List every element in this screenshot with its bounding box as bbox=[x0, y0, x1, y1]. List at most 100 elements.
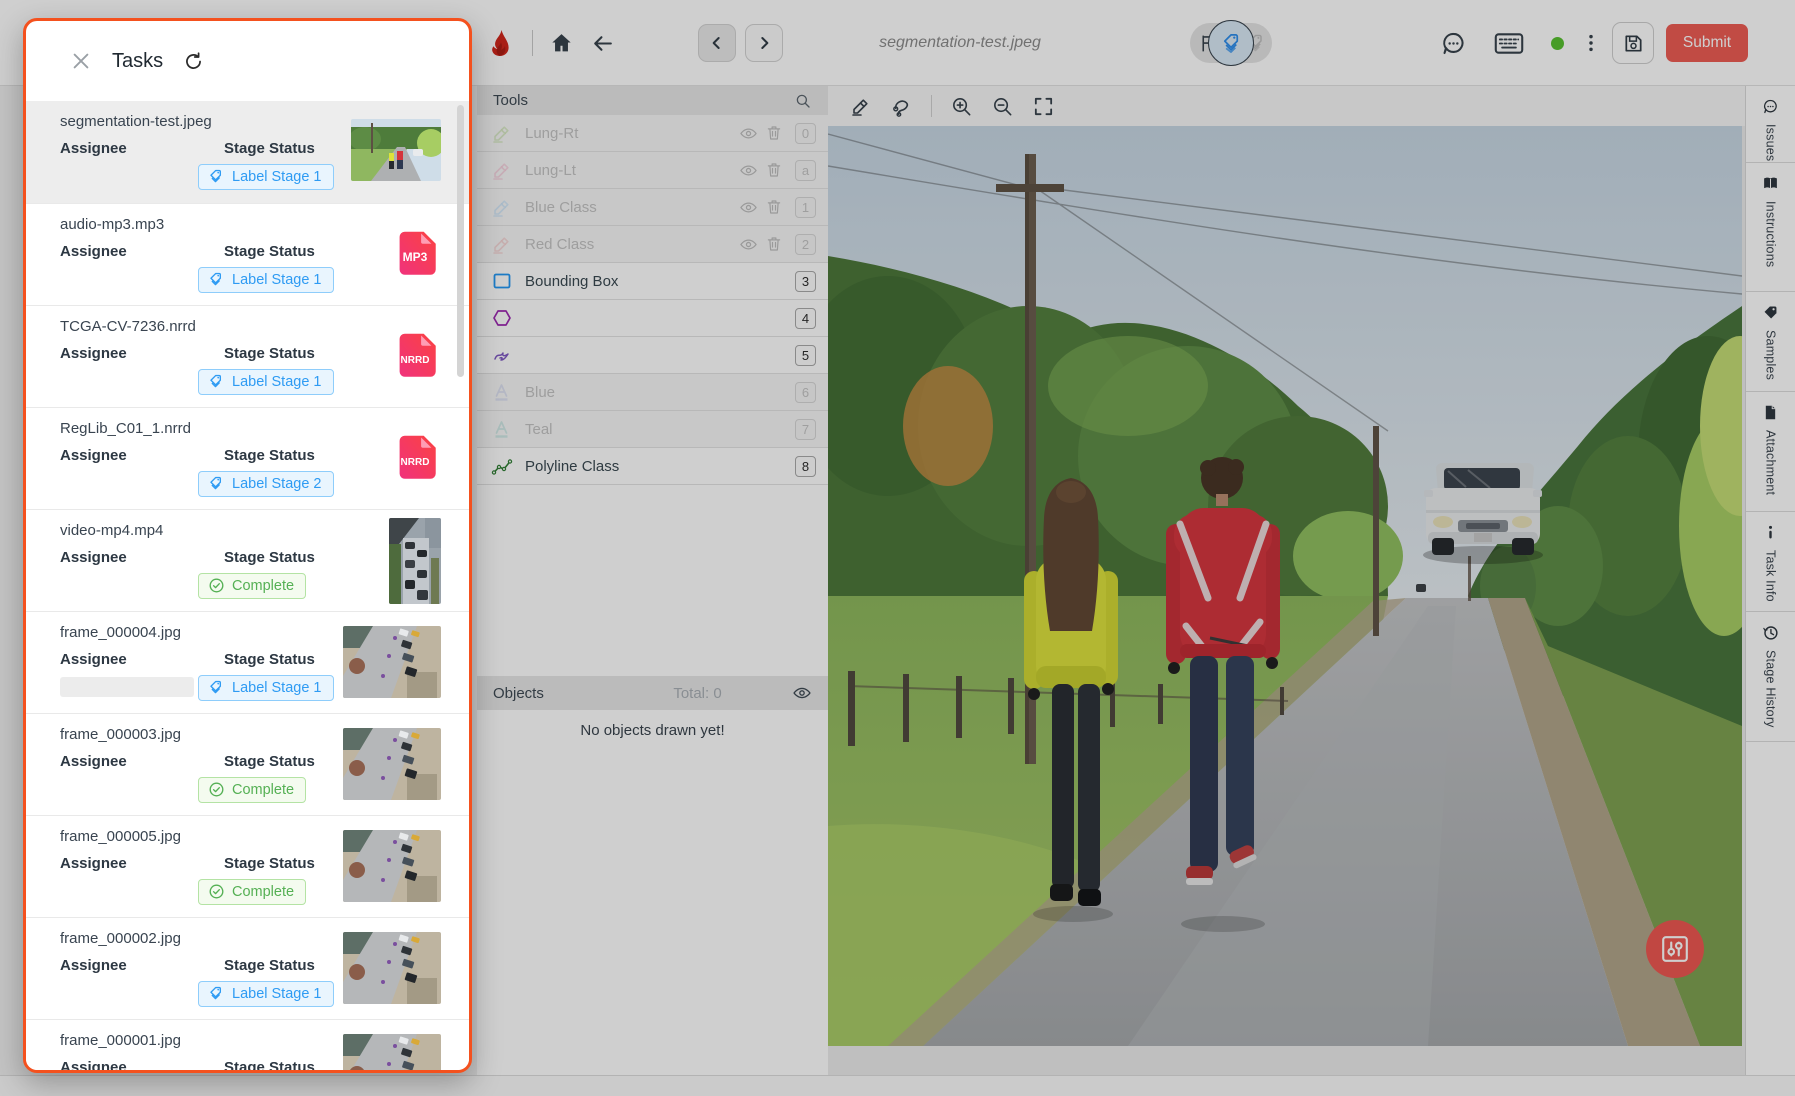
current-asset-filename: segmentation-test.jpeg bbox=[879, 34, 1041, 52]
tab-samples[interactable]: Samples bbox=[1746, 292, 1795, 392]
task-row[interactable]: RegLib_C01_1.nrrd Assignee Stage Status … bbox=[26, 407, 469, 509]
zoom-in-icon[interactable] bbox=[950, 95, 973, 118]
assignee-column-label: Assignee bbox=[60, 1059, 127, 1070]
task-thumbnail[interactable] bbox=[351, 119, 441, 181]
objects-visibility-eye-icon[interactable] bbox=[792, 683, 812, 703]
task-row[interactable]: segmentation-test.jpeg Assignee Stage St… bbox=[26, 101, 469, 203]
previous-asset-button[interactable] bbox=[698, 24, 736, 62]
adjustments-fab[interactable] bbox=[1646, 920, 1704, 978]
tool-shortcut-key: 0 bbox=[795, 123, 816, 144]
task-row[interactable]: frame_000002.jpg Assignee Stage Status L… bbox=[26, 917, 469, 1019]
task-row[interactable]: frame_000001.jpg Assignee Stage Status L… bbox=[26, 1019, 469, 1070]
submit-button[interactable]: Submit bbox=[1666, 24, 1748, 62]
clock-icon bbox=[1762, 624, 1779, 641]
stage-status-badge: Complete bbox=[198, 777, 306, 803]
connection-status-dot bbox=[1551, 37, 1564, 50]
task-thumbnail[interactable] bbox=[343, 830, 441, 902]
freehand-icon bbox=[491, 344, 513, 366]
task-thumbnail[interactable] bbox=[343, 728, 441, 800]
task-row[interactable]: frame_000003.jpg Assignee Stage Status C… bbox=[26, 713, 469, 815]
task-thumbnail[interactable] bbox=[343, 626, 441, 698]
tool-row[interactable]: 4 bbox=[477, 300, 828, 337]
lasso-tool-icon[interactable] bbox=[890, 95, 913, 118]
task-row[interactable]: TCGA-CV-7236.nrrd Assignee Stage Status … bbox=[26, 305, 469, 407]
delete-trash-icon[interactable] bbox=[761, 124, 787, 142]
delete-trash-icon[interactable] bbox=[761, 198, 787, 216]
annotation-app: segmentation-test.jpeg Submit Tools Lung… bbox=[0, 0, 1795, 1096]
assignee-column-label: Assignee bbox=[60, 243, 127, 260]
tool-shortcut-key: 1 bbox=[795, 197, 816, 218]
delete-trash-icon[interactable] bbox=[761, 235, 787, 253]
task-row[interactable]: video-mp4.mp4 Assignee Stage Status Comp… bbox=[26, 509, 469, 611]
tab-instructions[interactable]: Instructions bbox=[1746, 163, 1795, 292]
marker-tool-icon[interactable] bbox=[850, 95, 872, 117]
assignee-column-label: Assignee bbox=[60, 549, 127, 566]
home-button[interactable] bbox=[549, 31, 574, 56]
tool-row[interactable]: Blue Class 1 bbox=[477, 189, 828, 226]
task-thumbnail[interactable] bbox=[343, 1034, 441, 1070]
fit-screen-icon[interactable] bbox=[1032, 95, 1055, 118]
tab-task-info[interactable]: Task Info bbox=[1746, 512, 1795, 612]
tool-row[interactable]: Polyline Class 8 bbox=[477, 448, 828, 485]
task-thumbnail[interactable] bbox=[343, 932, 441, 1004]
delete-trash-icon[interactable] bbox=[761, 161, 787, 179]
back-button[interactable] bbox=[590, 31, 615, 56]
next-asset-button[interactable] bbox=[745, 24, 783, 62]
tools-panel-title: Tools bbox=[493, 92, 794, 109]
tool-row[interactable]: Lung-Rt 0 bbox=[477, 115, 828, 152]
tool-label: Blue Class bbox=[525, 199, 735, 216]
task-row[interactable]: audio-mp3.mp3 Assignee Stage Status Labe… bbox=[26, 203, 469, 305]
tasks-panel-title: Tasks bbox=[112, 50, 163, 73]
visibility-eye-icon[interactable] bbox=[735, 198, 761, 217]
task-list: segmentation-test.jpeg Assignee Stage St… bbox=[26, 101, 469, 1070]
tool-row[interactable]: Lung-Lt a bbox=[477, 152, 828, 189]
tab-attachment[interactable]: Attachment bbox=[1746, 392, 1795, 512]
tab-issues[interactable]: Issues bbox=[1746, 86, 1795, 163]
svg-text:NRRD: NRRD bbox=[401, 355, 430, 366]
tool-shortcut-key: a bbox=[795, 160, 816, 181]
tool-row[interactable]: Teal 7 bbox=[477, 411, 828, 448]
stage-status-badge: Label Stage 2 bbox=[198, 471, 334, 497]
search-icon[interactable] bbox=[794, 92, 812, 110]
assignee-loading-skeleton bbox=[60, 677, 194, 697]
stage-status-column-label: Stage Status bbox=[224, 345, 368, 362]
tool-label: Polyline Class bbox=[525, 458, 787, 475]
tag-icon bbox=[1762, 304, 1779, 321]
stage-status-badge: Label Stage 1 bbox=[198, 369, 334, 395]
visibility-eye-icon[interactable] bbox=[735, 124, 761, 143]
save-button[interactable] bbox=[1612, 22, 1654, 64]
keyboard-shortcuts-button[interactable] bbox=[1494, 32, 1524, 55]
tab-stage-history[interactable]: Stage History bbox=[1746, 612, 1795, 742]
stage-status-badge: Label Stage 1 bbox=[198, 267, 334, 293]
visibility-eye-icon[interactable] bbox=[735, 161, 761, 180]
tags-mode-icon[interactable] bbox=[1208, 20, 1254, 66]
comments-button[interactable] bbox=[1440, 30, 1467, 57]
flame-logo[interactable] bbox=[486, 28, 516, 58]
close-icon[interactable] bbox=[70, 50, 92, 72]
task-row[interactable]: frame_000005.jpg Assignee Stage Status C… bbox=[26, 815, 469, 917]
tool-label: Red Class bbox=[525, 236, 735, 253]
tasks-panel: Tasks segmentation-test.jpeg Assignee St… bbox=[23, 18, 472, 1073]
task-row[interactable]: frame_000004.jpg Assignee Stage Status L… bbox=[26, 611, 469, 713]
tool-label: Bounding Box bbox=[525, 273, 787, 290]
task-thumbnail[interactable]: NRRD bbox=[391, 332, 441, 382]
zoom-out-icon[interactable] bbox=[991, 95, 1014, 118]
tool-row[interactable]: 5 bbox=[477, 337, 828, 374]
visibility-eye-icon[interactable] bbox=[735, 235, 761, 254]
tool-row[interactable]: Blue 6 bbox=[477, 374, 828, 411]
task-thumbnail[interactable]: NRRD bbox=[391, 434, 441, 484]
task-thumbnail[interactable]: MP3 bbox=[391, 230, 441, 280]
tasks-scrollbar[interactable] bbox=[457, 105, 464, 377]
tool-row[interactable]: Red Class 2 bbox=[477, 226, 828, 263]
refresh-icon[interactable] bbox=[183, 51, 204, 72]
task-thumbnail[interactable] bbox=[389, 518, 441, 604]
asset-photo bbox=[828, 126, 1742, 1046]
chat-icon bbox=[1762, 98, 1779, 115]
image-canvas[interactable] bbox=[828, 126, 1745, 1075]
more-menu-button[interactable] bbox=[1580, 32, 1602, 54]
stage-status-column-label: Stage Status bbox=[224, 549, 368, 566]
marker-icon bbox=[491, 122, 513, 144]
svg-text:NRRD: NRRD bbox=[401, 457, 430, 468]
tool-row[interactable]: Bounding Box 3 bbox=[477, 263, 828, 300]
toolbar-divider bbox=[532, 30, 533, 56]
